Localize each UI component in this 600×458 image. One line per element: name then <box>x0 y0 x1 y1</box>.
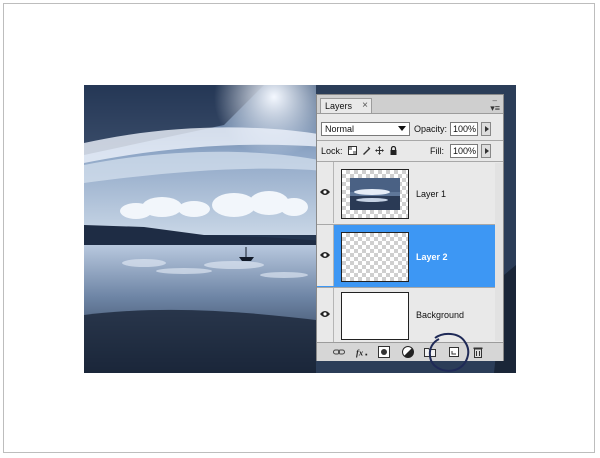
photo-thumbnail-image <box>350 178 400 210</box>
layer-row-background[interactable]: Background <box>317 288 503 342</box>
tab-layers-label: Layers <box>325 101 353 111</box>
visibility-toggle[interactable] <box>317 288 334 342</box>
lock-all-icon[interactable] <box>389 146 398 155</box>
divider <box>317 140 503 141</box>
eye-icon <box>320 252 330 258</box>
layer-name: Layer 2 <box>416 252 448 262</box>
fill-input[interactable]: 100% <box>450 144 478 158</box>
panel-menu-icon[interactable]: ▾≡ <box>490 103 500 114</box>
delete-layer-icon[interactable] <box>472 346 484 358</box>
layers-scrollbar[interactable] <box>495 163 503 341</box>
lock-label: Lock: <box>321 146 343 156</box>
layer-name: Layer 1 <box>416 189 447 199</box>
fill-slider-button[interactable] <box>481 144 491 158</box>
layers-panel: Layers × – ▾≡ Normal Opacity: 100% Lock:… <box>316 94 504 361</box>
fill-label: Fill: <box>430 146 444 156</box>
panel-bottom-toolbar: fx <box>317 342 503 361</box>
add-mask-icon[interactable] <box>378 346 390 358</box>
adjustment-layer-icon[interactable] <box>402 346 414 358</box>
panel-titlebar[interactable]: Layers × – <box>317 95 503 114</box>
layer-thumbnail <box>341 232 409 282</box>
lock-position-icon[interactable] <box>375 146 384 155</box>
eye-icon <box>320 189 330 195</box>
opacity-slider-button[interactable] <box>481 122 491 136</box>
visibility-toggle[interactable] <box>317 225 334 286</box>
blend-mode-value: Normal <box>325 124 355 134</box>
link-layers-icon[interactable] <box>333 346 345 358</box>
eye-icon <box>320 311 330 317</box>
layer-row-1[interactable]: Layer 1 <box>317 162 503 224</box>
fx-layer-style-icon[interactable]: fx <box>356 346 368 358</box>
opacity-input[interactable]: 100% <box>450 122 478 136</box>
layer-row-2[interactable]: Layer 2 <box>317 225 503 287</box>
visibility-toggle[interactable] <box>317 162 334 223</box>
layer-name: Background <box>416 310 465 320</box>
annotation-circle <box>428 332 470 372</box>
blend-mode-select[interactable]: Normal <box>321 122 410 136</box>
lock-transparency-icon[interactable] <box>348 146 357 155</box>
layer-thumbnail <box>341 169 409 219</box>
tab-close-icon[interactable]: × <box>362 100 368 111</box>
layer-thumbnail <box>341 292 409 340</box>
svg-text:fx: fx <box>356 347 364 357</box>
chevron-down-icon <box>398 126 406 131</box>
tab-layers[interactable]: Layers × <box>320 98 372 113</box>
opacity-label: Opacity: <box>414 124 448 134</box>
lock-image-pixels-icon[interactable] <box>362 146 371 155</box>
